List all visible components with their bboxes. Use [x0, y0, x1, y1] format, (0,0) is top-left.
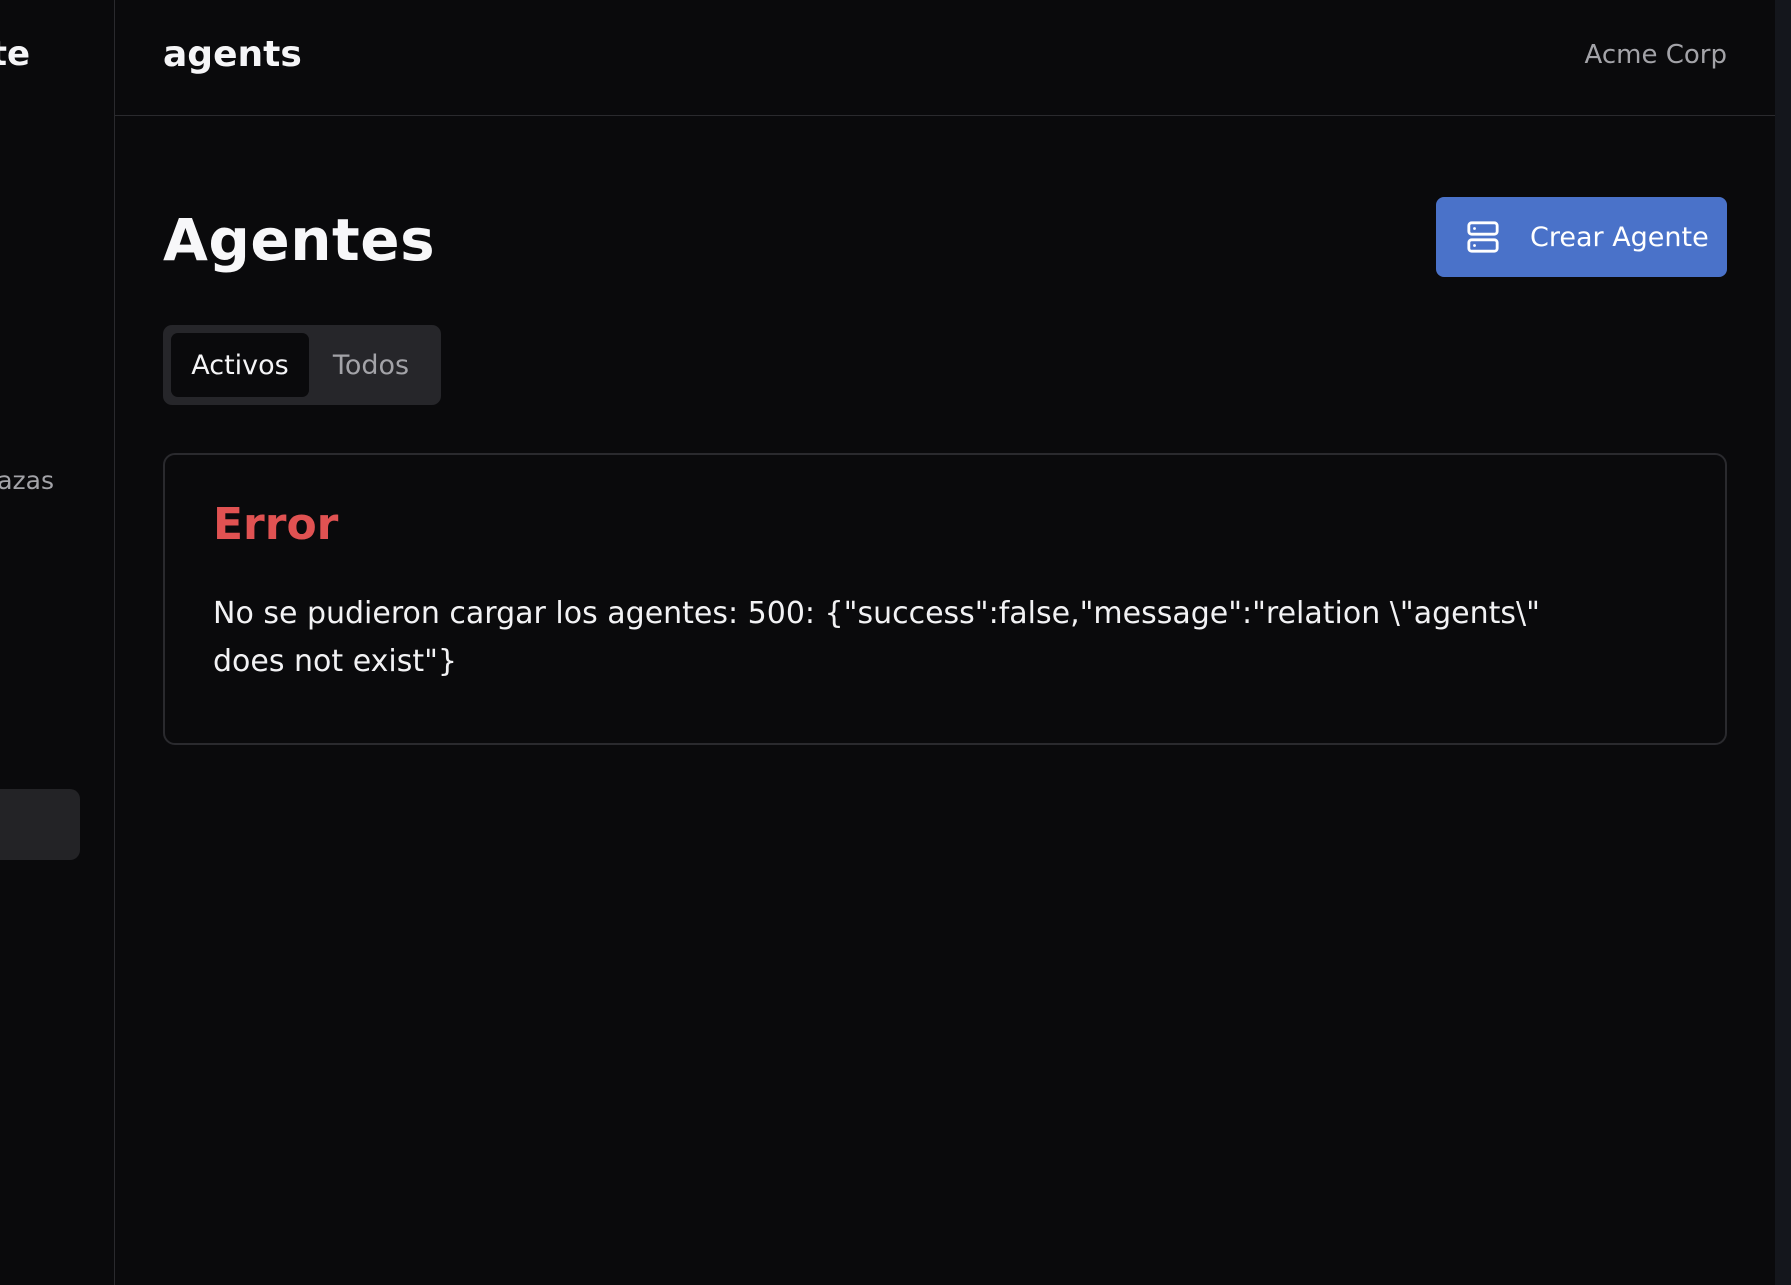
header-title: agents: [163, 34, 302, 75]
page-title: Agentes: [163, 206, 436, 274]
sidebar-active-item[interactable]: [0, 789, 80, 860]
app-window: te azas agents Acme Corp Agentes Crear A…: [0, 0, 1791, 1285]
tab-activos[interactable]: Activos: [171, 333, 309, 397]
sidebar-brand[interactable]: te: [0, 34, 30, 74]
status-tabs: Activos Todos: [163, 325, 441, 405]
sidebar-item-label[interactable]: azas: [0, 466, 54, 495]
error-message: No se pudieron cargar los agentes: 500: …: [213, 596, 1540, 679]
organization-name[interactable]: Acme Corp: [1585, 40, 1727, 70]
window-edge: [1775, 0, 1791, 1285]
sidebar: te azas: [0, 0, 115, 1285]
top-header: agents Acme Corp: [115, 0, 1775, 116]
error-card: Error No se pudieron cargar los agentes:…: [163, 453, 1727, 745]
tab-todos[interactable]: Todos: [309, 333, 433, 397]
create-agent-button[interactable]: Crear Agente: [1436, 197, 1727, 277]
error-title: Error: [213, 499, 339, 550]
create-agent-label: Crear Agente: [1530, 221, 1709, 253]
server-icon: [1466, 220, 1500, 254]
